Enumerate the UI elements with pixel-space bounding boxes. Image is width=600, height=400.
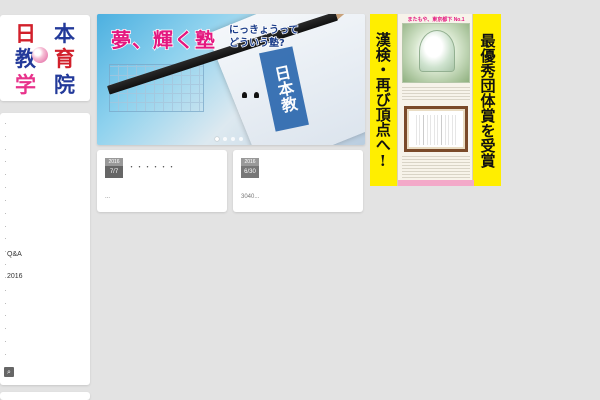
logo-char: 学 (14, 71, 36, 97)
slider-dot[interactable] (215, 137, 219, 141)
award-right-text: 最優秀団体賞を受賞 (478, 32, 497, 168)
award-image: またもや、東京都下 No.1 (397, 14, 474, 186)
post-excerpt: 3040... (241, 194, 260, 200)
sidebar-lower-card (0, 392, 90, 400)
sidebar-item-2016[interactable]: 2016 (7, 273, 23, 280)
pawn-icon (242, 92, 247, 98)
trophy-icon (419, 30, 455, 72)
post-excerpt: ... (105, 194, 111, 200)
logo-char: 育 (53, 46, 75, 72)
award-banner[interactable]: 漢検・再び頂点へ! またもや、東京都下 No.1 最優秀団体賞を受賞 (370, 14, 501, 186)
slider-pagination (215, 137, 243, 141)
hero-title: 夢、輝く塾 (110, 27, 216, 53)
award-left-text: 漢検・再び頂点へ! (373, 32, 392, 170)
search-button[interactable]: ⌕ (4, 367, 14, 377)
award-description (402, 86, 470, 102)
logo-char: 本 (53, 21, 75, 47)
date-badge: 2016 6/30 (241, 158, 259, 178)
hero-slider[interactable]: 日本教 夢、輝く塾 にっきょうって どういう塾? (97, 14, 365, 145)
logo-char: 日 (14, 21, 36, 47)
certificate-photo (404, 106, 468, 152)
slider-dot[interactable] (231, 137, 235, 141)
pawn-icon (254, 92, 259, 98)
search-icon: ⌕ (7, 367, 11, 376)
menu-divider (5, 123, 7, 368)
slider-dot[interactable] (223, 137, 227, 141)
sidebar-menu: Q&A 2016 ⌕ (0, 113, 90, 385)
slider-dot[interactable] (239, 137, 243, 141)
post-title[interactable]: ・・・・・・ (128, 162, 176, 172)
trophy-photo (402, 23, 470, 83)
post-card[interactable]: 2016 6/30 3040... (233, 150, 363, 212)
award-description (402, 156, 470, 180)
award-footer-strip (398, 180, 474, 186)
date-badge: 2016 7/7 (105, 158, 123, 178)
hero-subtitle: にっきょうって どういう塾? (228, 24, 299, 50)
logo-char: 院 (53, 71, 75, 97)
site-logo[interactable]: 日 本 教 育 学 院 (0, 15, 90, 101)
award-headline: またもや、東京都下 No.1 (407, 17, 465, 23)
post-card[interactable]: 2016 7/7 ・・・・・・ ... (97, 150, 227, 212)
sidebar-item-qa[interactable]: Q&A (7, 251, 22, 258)
logo-emblem (32, 47, 48, 63)
